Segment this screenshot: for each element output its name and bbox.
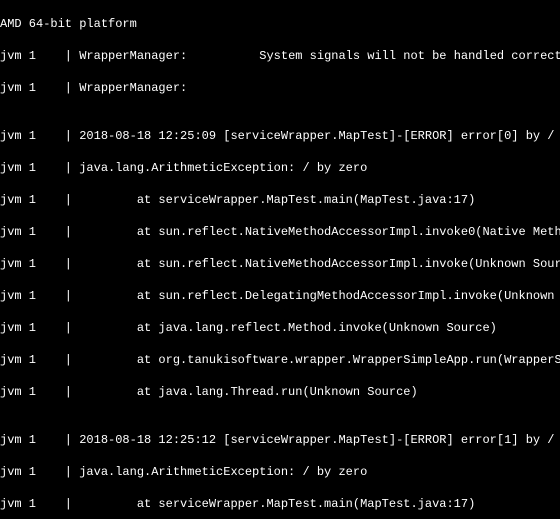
jvm-prefix: jvm 1 | — [0, 385, 79, 399]
stack-line: at sun.reflect.NativeMethodAccessorImpl.… — [79, 225, 560, 239]
jvm-prefix: jvm 1 | — [0, 321, 79, 335]
log-line: jvm 1 | at serviceWrapper.MapTest.main(M… — [0, 496, 560, 512]
stack-line: at sun.reflect.DelegatingMethodAccessorI… — [79, 289, 560, 303]
jvm-prefix: jvm 1 | — [0, 49, 79, 63]
terminal-output: AMD 64-bit platform jvm 1 | WrapperManag… — [0, 0, 560, 519]
platform-header: AMD 64-bit platform — [0, 16, 560, 32]
log-line: jvm 1 | at java.lang.Thread.run(Unknown … — [0, 384, 560, 400]
jvm-prefix: jvm 1 | — [0, 193, 79, 207]
wrapper-tag: WrapperManager: — [79, 81, 187, 95]
wrapper-tag: WrapperManager: — [79, 49, 187, 63]
jvm-prefix: jvm 1 | — [0, 257, 79, 271]
jvm-prefix: jvm 1 | — [0, 225, 79, 239]
error-header: 2018-08-18 12:25:09 [serviceWrapper.MapT… — [79, 129, 560, 143]
wrapper-msg: System signals will not be handled corre… — [187, 49, 560, 63]
jvm-prefix: jvm 1 | — [0, 129, 79, 143]
log-line: jvm 1 | WrapperManager: System signals w… — [0, 48, 560, 64]
log-line: jvm 1 | at sun.reflect.DelegatingMethodA… — [0, 288, 560, 304]
log-line: jvm 1 | at sun.reflect.NativeMethodAcces… — [0, 224, 560, 240]
log-line: jvm 1 | java.lang.ArithmeticException: /… — [0, 160, 560, 176]
jvm-prefix: jvm 1 | — [0, 497, 79, 511]
log-line: jvm 1 | 2018-08-18 12:25:12 [serviceWrap… — [0, 432, 560, 448]
exception-line: java.lang.ArithmeticException: / by zero — [79, 465, 367, 479]
exception-line: java.lang.ArithmeticException: / by zero — [79, 161, 367, 175]
log-line: jvm 1 | java.lang.ArithmeticException: /… — [0, 464, 560, 480]
jvm-prefix: jvm 1 | — [0, 465, 79, 479]
stack-line: at serviceWrapper.MapTest.main(MapTest.j… — [79, 497, 475, 511]
stack-line: at java.lang.Thread.run(Unknown Source) — [79, 385, 417, 399]
jvm-prefix: jvm 1 | — [0, 81, 79, 95]
log-line: jvm 1 | WrapperManager: — [0, 80, 560, 96]
jvm-prefix: jvm 1 | — [0, 353, 79, 367]
log-line: jvm 1 | at org.tanukisoftware.wrapper.Wr… — [0, 352, 560, 368]
jvm-prefix: jvm 1 | — [0, 161, 79, 175]
log-line: jvm 1 | at java.lang.reflect.Method.invo… — [0, 320, 560, 336]
stack-line: at sun.reflect.NativeMethodAccessorImpl.… — [79, 257, 560, 271]
log-line: jvm 1 | at serviceWrapper.MapTest.main(M… — [0, 192, 560, 208]
jvm-prefix: jvm 1 | — [0, 433, 79, 447]
stack-line: at serviceWrapper.MapTest.main(MapTest.j… — [79, 193, 475, 207]
log-line: jvm 1 | at sun.reflect.NativeMethodAcces… — [0, 256, 560, 272]
log-line: jvm 1 | 2018-08-18 12:25:09 [serviceWrap… — [0, 128, 560, 144]
stack-line: at java.lang.reflect.Method.invoke(Unkno… — [79, 321, 497, 335]
error-header: 2018-08-18 12:25:12 [serviceWrapper.MapT… — [79, 433, 560, 447]
jvm-prefix: jvm 1 | — [0, 289, 79, 303]
stack-line: at org.tanukisoftware.wrapper.WrapperSim… — [79, 353, 560, 367]
